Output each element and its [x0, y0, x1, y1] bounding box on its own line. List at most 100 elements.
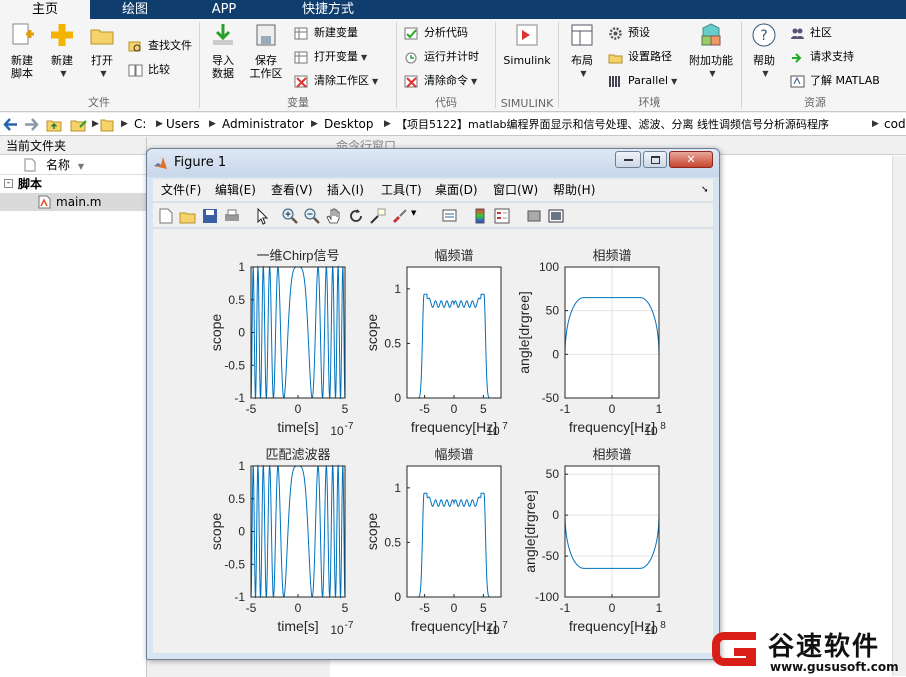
menu-view[interactable]: 查看(V): [271, 179, 313, 201]
collapse-icon[interactable]: -: [4, 179, 13, 188]
set-path-button[interactable]: 设置路径: [608, 47, 672, 67]
breadcrumb-administrator[interactable]: Administrator: [222, 113, 304, 136]
rotate-icon[interactable]: [347, 207, 365, 225]
open-variable-button[interactable]: 打开变量 ▼: [294, 47, 367, 67]
colorbar-icon[interactable]: [471, 207, 489, 225]
open-button[interactable]: 打开 ▼: [84, 22, 120, 80]
link-icon[interactable]: [441, 207, 459, 225]
analyze-code-label: 分析代码: [424, 26, 468, 39]
menu-desktop[interactable]: 桌面(D): [435, 179, 478, 201]
breadcrumb-c[interactable]: C:: [134, 113, 146, 136]
y-tick-label: 0.5: [228, 293, 245, 307]
menu-help[interactable]: 帮助(H): [553, 179, 595, 201]
chevron-down-icon: ▼: [471, 77, 478, 86]
simulink-button[interactable]: Simulink: [502, 22, 552, 67]
root-folder-icon[interactable]: [100, 117, 114, 132]
new-figure-icon[interactable]: [157, 207, 175, 225]
tab-plots[interactable]: 绘图: [92, 0, 178, 19]
chevron-right-icon: ▶: [156, 119, 163, 129]
x-exponent-base: 10: [486, 623, 500, 637]
show-plot-tools-icon[interactable]: [547, 207, 565, 225]
save-workspace-button[interactable]: 保存 工作区: [246, 22, 286, 80]
compare-button[interactable]: 比较: [128, 60, 170, 80]
new-variable-button[interactable]: 新建变量: [294, 23, 358, 43]
request-support-button[interactable]: 请求支持: [790, 47, 854, 67]
parallel-button[interactable]: Parallel ▼: [608, 71, 677, 91]
help-icon: ?: [752, 23, 776, 47]
figure-titlebar[interactable]: Figure 1 ✕: [147, 149, 719, 177]
new-script-button[interactable]: 新建 脚本: [4, 22, 40, 80]
save-icon[interactable]: [201, 207, 219, 225]
dock-arrow-icon[interactable]: ➘: [701, 179, 709, 201]
y-tick-label: -1: [234, 391, 245, 405]
command-window-scrollbar[interactable]: [892, 156, 906, 676]
name-column-header[interactable]: 名称 ▼: [0, 155, 146, 175]
y-axis-label: scope: [208, 314, 224, 352]
menu-window[interactable]: 窗口(W): [493, 179, 538, 201]
y-tick-label: -1: [234, 590, 245, 604]
chevron-right-icon: ▶: [209, 119, 216, 129]
preferences-button[interactable]: 预设: [608, 23, 650, 43]
breadcrumb-desktop[interactable]: Desktop: [324, 113, 374, 136]
breadcrumb-project[interactable]: 【项目5122】matlab编程界面显示和信号处理、滤波、分离 线性调频信号分析…: [396, 113, 829, 136]
clear-commands-button[interactable]: 清除命令 ▼: [404, 71, 477, 91]
hide-plot-tools-icon[interactable]: [525, 207, 543, 225]
y-tick-label: 0.5: [384, 336, 401, 350]
learn-matlab-button[interactable]: 了解 MATLAB: [790, 71, 880, 91]
pointer-icon[interactable]: [253, 207, 271, 225]
tab-shortcuts[interactable]: 快捷方式: [270, 0, 386, 19]
print-icon[interactable]: [223, 207, 241, 225]
file-icon: [24, 158, 36, 172]
new-button[interactable]: 新建 ▼: [44, 22, 80, 80]
tab-home[interactable]: 主页: [0, 0, 90, 19]
chevron-down-icon[interactable]: ▼: [411, 209, 416, 217]
import-data-button[interactable]: 导入 数据: [206, 22, 240, 80]
x-exponent-power: 7: [502, 620, 508, 631]
analyze-code-button[interactable]: 分析代码: [404, 23, 468, 43]
menu-file[interactable]: 文件(F): [161, 179, 201, 201]
menu-edit[interactable]: 编辑(E): [215, 179, 256, 201]
menu-insert[interactable]: 插入(I): [327, 179, 364, 201]
close-button[interactable]: ✕: [669, 151, 713, 168]
up-folder-icon[interactable]: [46, 117, 62, 132]
tab-apps[interactable]: APP: [180, 0, 268, 19]
layout-button[interactable]: 布局 ▼: [564, 22, 600, 80]
file-row-main[interactable]: main.m: [0, 193, 146, 211]
clear-workspace-button[interactable]: 清除工作区 ▼: [294, 71, 378, 91]
community-icon: [791, 28, 804, 39]
ribbon-tabbar: 主页 绘图 APP 快捷方式: [0, 0, 906, 19]
y-tick-label: 1: [394, 481, 401, 495]
find-files-button[interactable]: 查找文件: [128, 36, 192, 56]
zoom-in-icon[interactable]: [281, 207, 299, 225]
breadcrumb-code[interactable]: cod: [884, 113, 906, 136]
minimize-button[interactable]: [615, 151, 641, 168]
pan-icon[interactable]: [325, 207, 343, 225]
data-cursor-icon[interactable]: [369, 207, 387, 225]
chevron-down-icon: ▼: [361, 53, 368, 62]
help-button[interactable]: ? 帮助 ▼: [746, 22, 782, 80]
breadcrumb-users[interactable]: Users: [166, 113, 200, 136]
run-and-time-button[interactable]: 运行并计时: [404, 47, 479, 67]
save-workspace-icon: [256, 24, 276, 46]
y-tick-label: -50: [542, 549, 560, 563]
x-exponent-base: 10: [330, 623, 344, 637]
learn-matlab-icon: [790, 75, 805, 88]
menu-tools[interactable]: 工具(T): [381, 179, 422, 201]
legend-icon[interactable]: [493, 207, 511, 225]
back-icon[interactable]: [3, 118, 18, 131]
forward-icon[interactable]: [24, 118, 39, 131]
minimize-icon: [623, 159, 633, 161]
maximize-button[interactable]: [643, 151, 667, 168]
add-ons-icon: [701, 23, 721, 46]
zoom-out-icon[interactable]: [303, 207, 321, 225]
community-button[interactable]: 社区: [790, 23, 832, 43]
add-ons-button[interactable]: 附加功能 ▼: [686, 22, 736, 80]
learn-matlab-label: 了解 MATLAB: [810, 74, 880, 87]
subplot-title: 相频谱: [592, 447, 631, 462]
open-icon[interactable]: [179, 207, 197, 225]
folder-row-scripts[interactable]: - 脚本: [0, 175, 146, 193]
subplot-1: [250, 265, 346, 400]
chevron-right-icon: ▶: [384, 119, 391, 129]
brush-icon[interactable]: [391, 207, 409, 225]
browse-folder-icon[interactable]: [70, 117, 88, 132]
